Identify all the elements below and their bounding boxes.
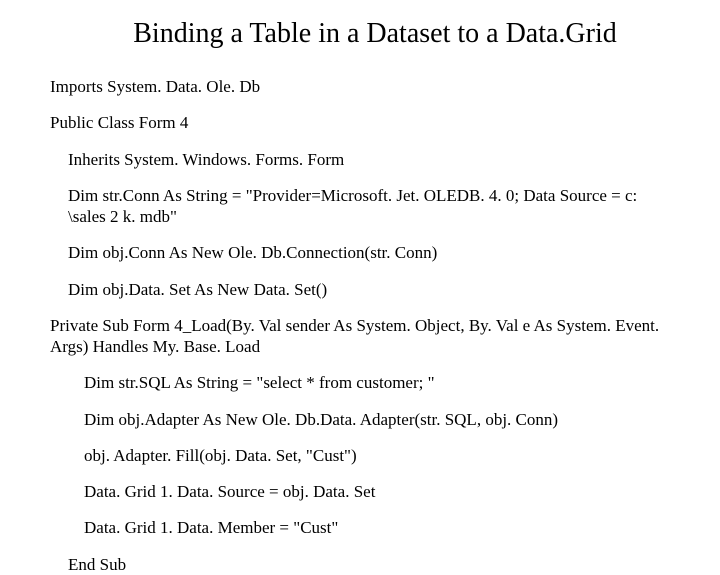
- code-line: Dim obj.Adapter As New Ole. Db.Data. Ada…: [50, 409, 670, 430]
- code-line: End Sub: [50, 554, 670, 575]
- page-title: Binding a Table in a Dataset to a Data.G…: [80, 18, 670, 50]
- code-line: Dim str.Conn As String = "Provider=Micro…: [50, 185, 670, 228]
- code-line: Data. Grid 1. Data. Source = obj. Data. …: [50, 481, 670, 502]
- code-line: Data. Grid 1. Data. Member = "Cust": [50, 517, 670, 538]
- code-line: Dim obj.Data. Set As New Data. Set(): [50, 279, 670, 300]
- code-line: Dim obj.Conn As New Ole. Db.Connection(s…: [50, 242, 670, 263]
- code-line: Imports System. Data. Ole. Db: [50, 76, 670, 97]
- code-line: Public Class Form 4: [50, 112, 670, 133]
- code-line: Private Sub Form 4_Load(By. Val sender A…: [50, 315, 670, 358]
- code-line: obj. Adapter. Fill(obj. Data. Set, "Cust…: [50, 445, 670, 466]
- code-line: Inherits System. Windows. Forms. Form: [50, 149, 670, 170]
- code-line: Dim str.SQL As String = "select * from c…: [50, 372, 670, 393]
